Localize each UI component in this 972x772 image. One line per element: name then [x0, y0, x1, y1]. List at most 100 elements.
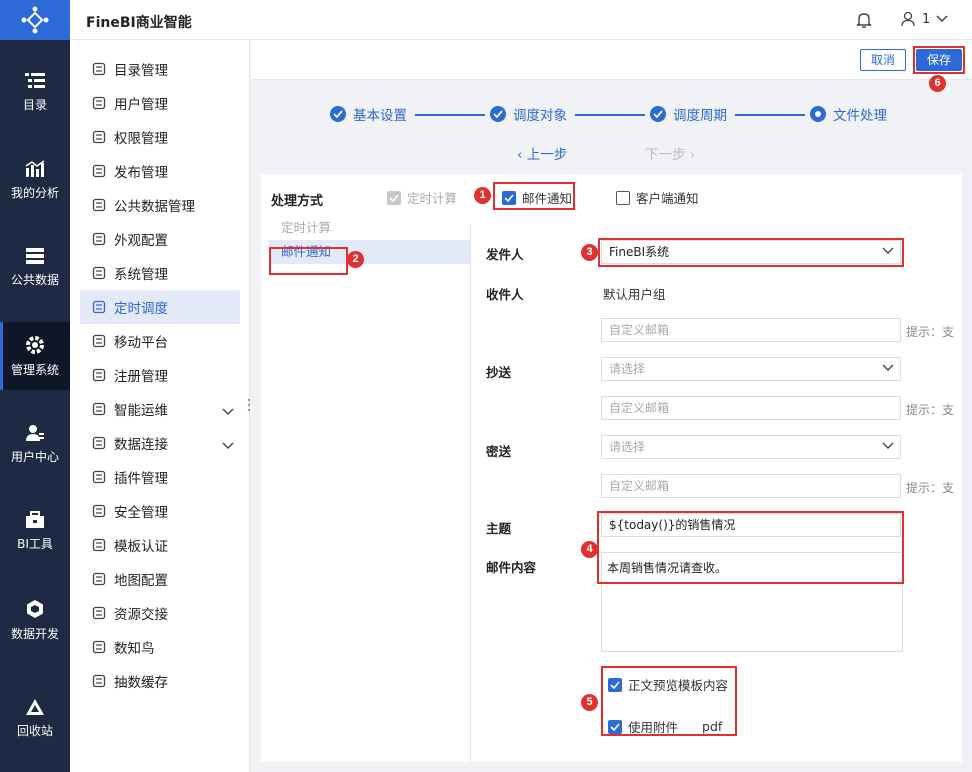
step-connector	[735, 114, 805, 116]
step-target[interactable]: 调度对象	[490, 104, 567, 124]
recipient-label: 收件人	[486, 287, 524, 302]
subnav-item-11[interactable]: 数据连接	[80, 426, 240, 460]
subnav-item-17[interactable]: 数知鸟	[80, 630, 240, 664]
user-name: 1	[922, 11, 931, 27]
rail-item-recycle[interactable]: 回收站	[0, 684, 70, 752]
bcc-select[interactable]: 请选择	[601, 435, 901, 459]
subnav-label: 数据连接	[114, 437, 168, 453]
notify-type-list: 定时计算 邮件通知	[261, 220, 471, 762]
rail-item-bi-tools[interactable]: BI工具	[0, 497, 70, 565]
bird-icon	[92, 640, 106, 654]
subnav-item-14[interactable]: 模板认证	[80, 528, 240, 562]
rail-item-catalog[interactable]: 目录	[0, 58, 70, 126]
subnav-item-9[interactable]: 注册管理	[80, 358, 240, 392]
highlight-email-option	[493, 182, 575, 210]
plugin-icon	[92, 470, 106, 484]
subnav-label: 模板认证	[114, 539, 168, 555]
logo-icon	[21, 6, 49, 34]
bell-icon[interactable]	[856, 11, 872, 29]
subnav-item-8[interactable]: 移动平台	[80, 324, 240, 358]
subnav-item-16[interactable]: 资源交接	[80, 596, 240, 630]
highlight-sender	[598, 238, 904, 267]
next-step-link[interactable]: 下一步 ›	[645, 143, 695, 163]
step-badge: 5	[581, 694, 598, 711]
wizard-steps: 基本设置 调度对象 调度周期 文件处理	[251, 104, 972, 126]
subnav-item-1[interactable]: 用户管理	[80, 86, 240, 120]
security-icon	[92, 504, 106, 518]
template-icon	[92, 538, 106, 552]
rail-item-user-center[interactable]: 用户中心	[0, 410, 70, 478]
subnav-item-0[interactable]: 目录管理	[80, 52, 240, 86]
subnav-label: 安全管理	[114, 505, 168, 521]
subnav-item-4[interactable]: 公共数据管理	[80, 188, 240, 222]
subnav-label: 抽数缓存	[114, 675, 168, 691]
step-badge: 1	[474, 187, 491, 204]
appearance-icon	[92, 232, 106, 246]
app-title: FineBI商业智能	[86, 15, 192, 31]
chevron-down-icon[interactable]	[222, 438, 234, 454]
step-badge: 4	[581, 541, 598, 558]
step-cycle[interactable]: 调度周期	[650, 104, 727, 124]
public-data-icon	[26, 247, 44, 264]
logo[interactable]	[0, 0, 70, 40]
subnav-label: 用户管理	[114, 97, 168, 113]
highlight-subject-content	[597, 511, 904, 584]
subnav-item-3[interactable]: 发布管理	[80, 154, 240, 188]
subnav-label: 智能运维	[114, 403, 168, 419]
checkbox-unchecked-icon	[616, 190, 630, 205]
publish-icon	[92, 164, 106, 178]
step-badge: 3	[581, 244, 598, 261]
rail-item-management[interactable]: 管理系统	[0, 322, 70, 390]
option-label: 定时计算	[407, 191, 458, 206]
chevron-down-icon	[882, 442, 894, 449]
cc-select[interactable]: 请选择	[601, 357, 901, 381]
subnav-label: 定时调度	[114, 301, 168, 317]
subnav-label: 公共数据管理	[114, 199, 195, 215]
subnav-item-18[interactable]: 抽数缓存	[80, 664, 240, 698]
subnav-label: 资源交接	[114, 607, 168, 623]
user-menu[interactable]: 1	[900, 11, 948, 27]
step-label: 基本设置	[353, 108, 407, 124]
step-badge: 6	[929, 75, 946, 92]
subnav-item-12[interactable]: 插件管理	[80, 460, 240, 494]
recipient-value: 默认用户组	[603, 287, 666, 302]
cache-icon	[92, 674, 106, 688]
step-basic[interactable]: 基本设置	[330, 104, 407, 124]
recipient-email-input[interactable]: 自定义邮箱	[601, 318, 901, 342]
link-icon	[92, 436, 106, 450]
highlight-options	[601, 666, 737, 736]
subnav-item-10[interactable]: 智能运维	[80, 392, 240, 426]
chevron-down-icon[interactable]	[222, 404, 234, 420]
subnav-item-5[interactable]: 外观配置	[80, 222, 240, 256]
rail-label: 我的分析	[10, 185, 59, 200]
subnav-item-7[interactable]: 定时调度	[80, 290, 240, 324]
rail-item-analysis[interactable]: 我的分析	[0, 146, 70, 214]
subnav-item-13[interactable]: 安全管理	[80, 494, 240, 528]
analysis-icon	[25, 159, 45, 177]
rail-item-public-data[interactable]: 公共数据	[0, 233, 70, 301]
step-label: 调度对象	[513, 108, 567, 124]
directory-icon	[92, 62, 106, 76]
rail-label: 公共数据	[10, 272, 59, 287]
subnav-item-15[interactable]: 地图配置	[80, 562, 240, 596]
option-client-notify[interactable]: 客户端通知	[616, 188, 699, 207]
cancel-button[interactable]: 取消	[860, 49, 906, 71]
step-label: 调度周期	[673, 108, 727, 124]
gear-icon	[26, 335, 44, 354]
management-sidebar: 目录管理用户管理权限管理 发布管理公共数据管理外观配置 系统管理定时调度移动平台 注册…	[70, 40, 250, 772]
prev-step-link[interactable]: ‹ 上一步	[517, 143, 567, 163]
rail-item-data-dev[interactable]: 数据开发	[0, 586, 70, 654]
subnav-label: 插件管理	[114, 471, 168, 487]
chevron-down-icon	[882, 364, 894, 371]
bcc-email-input[interactable]: 自定义邮箱	[601, 474, 901, 498]
subnav-item-6[interactable]: 系统管理	[80, 256, 240, 290]
cc-email-input[interactable]: 自定义邮箱	[601, 396, 901, 420]
step-file[interactable]: 文件处理	[810, 104, 887, 124]
subnav-item-2[interactable]: 权限管理	[80, 120, 240, 154]
data-dev-icon	[27, 599, 43, 618]
system-icon	[92, 266, 106, 280]
register-icon	[92, 368, 106, 382]
user-icon	[901, 11, 915, 27]
rail-label: 回收站	[16, 723, 53, 738]
check-icon	[330, 106, 346, 122]
